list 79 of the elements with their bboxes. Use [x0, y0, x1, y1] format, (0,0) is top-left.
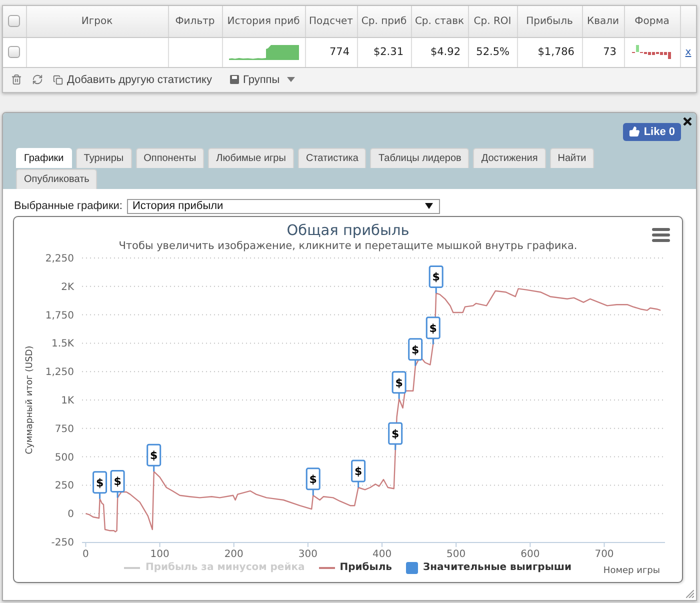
column-header[interactable]: Ср. ставк	[411, 6, 468, 37]
chart-select[interactable]: История прибыли	[127, 198, 440, 214]
chart-title: Общая прибыль	[286, 222, 410, 240]
tab[interactable]: Статистика	[298, 148, 366, 168]
chart-subtitle: Чтобы увеличить изображение, кликните и перетащите мышкой внутрь графика.	[118, 240, 578, 252]
x-tick-label: 700	[594, 548, 614, 558]
column-header[interactable]: Квали	[582, 6, 624, 37]
annotation: $	[395, 376, 403, 389]
y-tick-label: 1,750	[45, 310, 74, 321]
chart-selector-label: Выбранные графики:	[14, 200, 122, 212]
groups-dropdown[interactable]: Группы	[230, 74, 295, 86]
menu-icon[interactable]	[652, 228, 670, 242]
y-tick-label: 2,250	[45, 253, 74, 264]
annotation: $	[429, 321, 437, 334]
remove-link[interactable]: x	[685, 47, 692, 58]
table-cell: $4.92	[411, 37, 468, 67]
trash-icon[interactable]	[11, 74, 22, 85]
column-header[interactable]: История приб	[222, 6, 305, 37]
column-header[interactable]: Подсчет	[305, 6, 357, 37]
x-tick-label: 500	[446, 548, 466, 558]
y-tick-label: 0	[68, 508, 74, 520]
legend-item[interactable]: Значительные выигрыши	[406, 562, 572, 574]
annotation: $	[432, 270, 440, 284]
add-statistic-button[interactable]: Добавить другую статистику	[53, 74, 212, 86]
table-cell: $1,786	[517, 37, 582, 67]
tab[interactable]: Найти	[550, 148, 594, 168]
y-tick-label: 1K	[61, 395, 74, 406]
tab[interactable]: Графики	[16, 148, 72, 168]
y-tick-label: 1,250	[45, 366, 74, 378]
copy-icon	[53, 74, 63, 84]
caret-icon	[425, 203, 434, 209]
tab[interactable]: Оппоненты	[136, 148, 204, 168]
x-axis-title: Номер игры	[603, 566, 660, 576]
table-cell: $2.31	[357, 37, 411, 67]
row-checkbox[interactable]	[8, 46, 20, 58]
legend-line-icon	[124, 566, 140, 568]
column-header[interactable]: Ср. приб	[357, 6, 411, 37]
table-cell: 52.5%	[468, 37, 517, 67]
y-tick-label: 250	[54, 480, 74, 492]
tab[interactable]: Турниры	[76, 148, 132, 168]
y-tick-label: 500	[54, 452, 74, 463]
annotation: $	[354, 464, 362, 478]
y-tick-label: 2K	[61, 281, 74, 292]
column-header[interactable]: Форма	[624, 6, 680, 37]
profit-sparkline	[228, 44, 298, 60]
table-cell: 774	[305, 37, 357, 67]
x-tick-label: 100	[150, 548, 170, 558]
thumbs-up-icon	[628, 126, 640, 137]
tab[interactable]: Таблицы лидеров	[370, 148, 470, 168]
x-tick-label: 300	[298, 548, 318, 558]
annotation: $	[114, 474, 122, 488]
annotation: $	[150, 448, 158, 462]
close-icon[interactable]	[683, 116, 692, 126]
annotation: $	[309, 472, 317, 486]
table-cell: 73	[582, 37, 624, 67]
legend-item[interactable]: Прибыль	[318, 562, 392, 573]
annotation: $	[412, 342, 420, 356]
y-tick-label: 750	[54, 423, 74, 434]
y-tick-label: 1.5K	[52, 338, 74, 350]
column-header[interactable]: Ср. ROI	[468, 6, 517, 37]
annotation: $	[392, 426, 400, 440]
tab[interactable]: Достижения	[473, 148, 546, 168]
like-button[interactable]: Like 0	[622, 122, 681, 140]
tab[interactable]: Опубликовать	[16, 168, 98, 188]
tab[interactable]: Любимые игры	[208, 148, 294, 168]
caret-icon	[286, 77, 295, 82]
y-axis-title: Суммарный итог (USD)	[25, 345, 35, 454]
refresh-icon[interactable]	[32, 74, 43, 85]
y-tick-label: -250	[51, 537, 74, 548]
select-all-checkbox[interactable]	[8, 15, 20, 28]
column-header[interactable]: Игрок	[26, 6, 168, 37]
x-tick-label: 200	[224, 548, 244, 558]
x-tick-label: 400	[372, 548, 392, 558]
resize-grip-icon[interactable]	[686, 590, 694, 598]
x-tick-label: 0	[82, 548, 89, 558]
column-header[interactable]: Фильтр	[168, 6, 222, 37]
x-tick-label: 600	[520, 548, 540, 558]
column-header[interactable]: Прибыль	[517, 6, 582, 37]
annotation: $	[96, 476, 104, 489]
